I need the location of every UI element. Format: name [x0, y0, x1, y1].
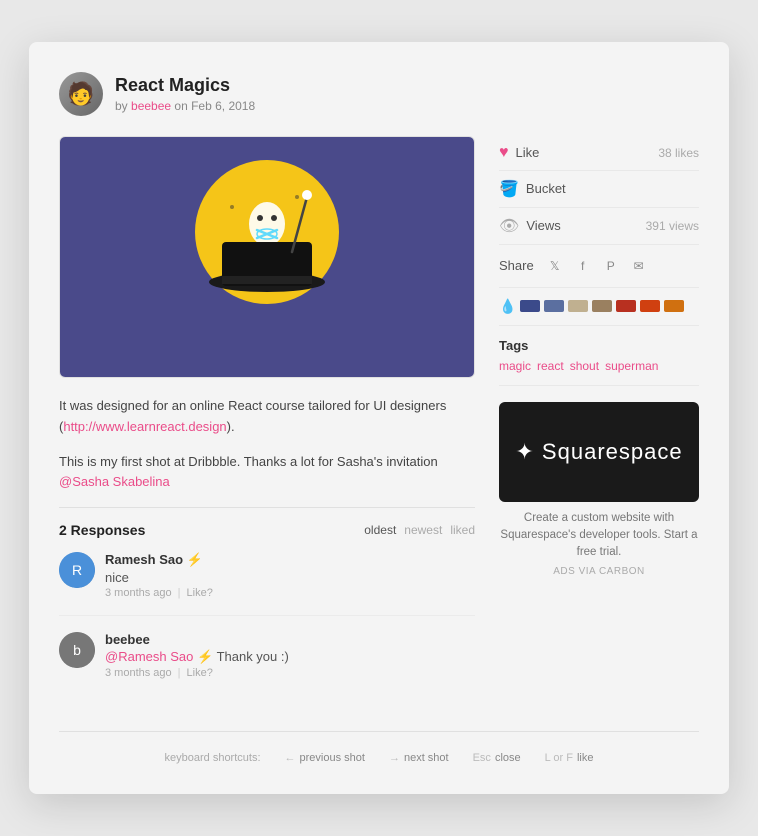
shot-illustration — [97, 142, 437, 372]
color-swatch-2 — [544, 300, 564, 312]
comment-1: R Ramesh Sao ⚡ nice 3 months ago | Like? — [59, 552, 475, 616]
color-swatch-5 — [616, 300, 636, 312]
comment-mention[interactable]: @Ramesh Sao — [105, 649, 193, 664]
comment-text-1: nice — [105, 570, 213, 585]
comment-2: b beebee @Ramesh Sao ⚡ Thank you :) 3 mo… — [59, 632, 475, 695]
sort-newest[interactable]: newest — [404, 523, 442, 537]
views-icon: 👁 — [499, 216, 519, 236]
color-swatch-4 — [592, 300, 612, 312]
description-1: It was designed for an online React cour… — [59, 396, 475, 438]
shortcut-close: Esc close — [473, 752, 521, 764]
like-count: 38 likes — [658, 146, 699, 160]
bucket-row: 🪣 Bucket — [499, 171, 699, 208]
shortcut-prev: ← previous shot — [285, 752, 365, 764]
comment-avatar-1: R — [59, 552, 95, 588]
bucket-action[interactable]: 🪣 Bucket — [499, 179, 566, 199]
comment-meta-1: 3 months ago | Like? — [105, 587, 213, 599]
views-count: 391 views — [646, 219, 699, 233]
like-row: ♥ Like 38 likes — [499, 136, 699, 171]
share-row: Share 𝕏 f P ✉ — [499, 245, 699, 288]
views-action: 👁 Views — [499, 216, 561, 236]
shortcut-next: → next shot — [389, 752, 449, 764]
ad-image: ✦ Squarespace — [499, 402, 699, 502]
like-action[interactable]: ♥ Like — [499, 144, 539, 162]
right-column: ♥ Like 38 likes 🪣 Bucket 👁 Views 391 vie… — [499, 136, 699, 711]
shortcuts-label: keyboard shortcuts: — [165, 752, 261, 764]
svg-text:b: b — [73, 642, 81, 658]
responses-sort: oldest newest liked — [364, 523, 475, 537]
color-swatch-1 — [520, 300, 540, 312]
tag-0[interactable]: magic — [499, 359, 531, 373]
like-icon: ♥ — [499, 144, 509, 162]
comment-text-2: @Ramesh Sao ⚡ Thank you :) — [105, 649, 289, 665]
share-label: Share — [499, 258, 534, 273]
comment-author-2: beebee — [105, 632, 289, 647]
bucket-icon: 🪣 — [499, 179, 519, 199]
shot-meta: by beebee on Feb 6, 2018 — [115, 99, 255, 113]
keyboard-shortcuts: keyboard shortcuts: ← previous shot → ne… — [59, 731, 699, 764]
header: 🧑 React Magics by beebee on Feb 6, 2018 — [59, 72, 699, 116]
main-content: It was designed for an online React cour… — [59, 136, 699, 711]
facebook-icon[interactable]: f — [572, 255, 594, 277]
comment-meta-2: 3 months ago | Like? — [105, 667, 289, 679]
twitter-icon[interactable]: 𝕏 — [544, 255, 566, 277]
sort-liked[interactable]: liked — [450, 523, 475, 537]
color-swatch-6 — [640, 300, 660, 312]
color-palette: 💧 — [499, 288, 699, 326]
comment-body-1: Ramesh Sao ⚡ nice 3 months ago | Like? — [105, 552, 213, 599]
comment-body-2: beebee @Ramesh Sao ⚡ Thank you :) 3 mont… — [105, 632, 289, 679]
comment-avatar-2: b — [59, 632, 95, 668]
ad-logo: ✦ Squarespace — [515, 439, 682, 465]
shortcut-like: L or F like — [545, 752, 594, 764]
tag-1[interactable]: react — [537, 359, 564, 373]
left-column: It was designed for an online React cour… — [59, 136, 475, 711]
tags-section: Tags magic react shout superman — [499, 326, 699, 386]
views-row: 👁 Views 391 views — [499, 208, 699, 245]
color-swatch-3 — [568, 300, 588, 312]
ad-via: ADS VIA CARBON — [499, 566, 699, 577]
tags-title: Tags — [499, 338, 699, 353]
ad-text: Create a custom website with Squarespace… — [499, 510, 699, 562]
avatar: 🧑 — [59, 72, 103, 116]
comment-like-1[interactable]: Like? — [187, 587, 213, 599]
ad-block[interactable]: ✦ Squarespace Create a custom website wi… — [499, 402, 699, 577]
description-2: This is my first shot at Dribbble. Thank… — [59, 452, 475, 494]
shot-image-wrapper — [59, 136, 475, 378]
responses-section: 2 Responses oldest newest liked R Ramesh… — [59, 507, 475, 695]
palette-icon: 💧 — [499, 298, 516, 315]
pinterest-icon[interactable]: P — [600, 255, 622, 277]
responses-header: 2 Responses oldest newest liked — [59, 522, 475, 538]
modal-container: 🧑 React Magics by beebee on Feb 6, 2018 — [29, 42, 729, 794]
learn-react-link[interactable]: http://www.learnreact.design — [63, 419, 226, 434]
header-info: React Magics by beebee on Feb 6, 2018 — [115, 75, 255, 113]
shot-image — [60, 137, 474, 377]
svg-text:R: R — [72, 562, 82, 578]
tag-3[interactable]: superman — [605, 359, 658, 373]
sort-oldest[interactable]: oldest — [364, 523, 396, 537]
comment-like-2[interactable]: Like? — [187, 667, 213, 679]
tag-2[interactable]: shout — [570, 359, 599, 373]
comment-author-1: Ramesh Sao ⚡ — [105, 552, 213, 568]
email-icon[interactable]: ✉ — [628, 255, 650, 277]
color-swatch-7 — [664, 300, 684, 312]
shot-title: React Magics — [115, 75, 255, 97]
mention-link[interactable]: @Sasha Skabelina — [59, 474, 170, 489]
author-link[interactable]: beebee — [131, 99, 171, 113]
responses-title: 2 Responses — [59, 522, 145, 538]
tags-list: magic react shout superman — [499, 359, 699, 373]
